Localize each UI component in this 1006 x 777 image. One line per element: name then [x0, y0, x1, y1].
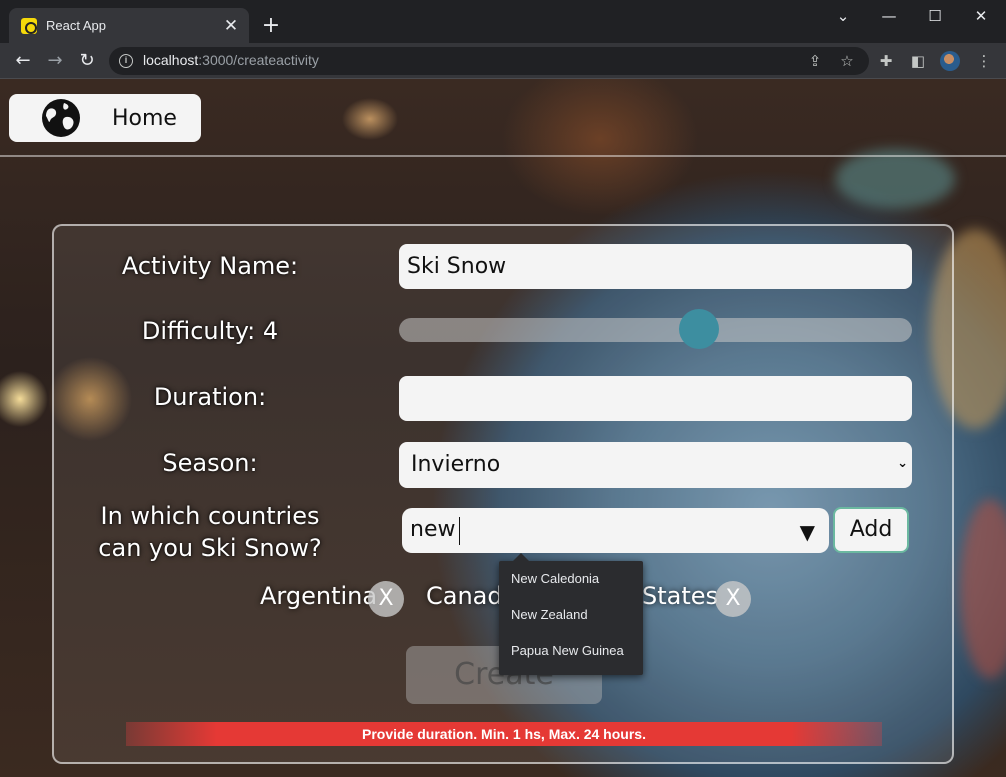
- tab-search-icon[interactable]: ⌄: [820, 4, 866, 28]
- profile-avatar[interactable]: [940, 51, 960, 71]
- add-country-button[interactable]: Add: [833, 507, 909, 553]
- site-info-icon[interactable]: i: [119, 54, 133, 68]
- remove-country-button[interactable]: X: [368, 581, 404, 617]
- difficulty-slider-thumb[interactable]: [679, 309, 719, 349]
- minimize-button[interactable]: —: [866, 4, 912, 28]
- home-label: Home: [112, 105, 177, 131]
- bookmark-star-icon[interactable]: ☆: [837, 51, 857, 71]
- autocomplete-option[interactable]: New Zealand: [499, 603, 643, 639]
- country-search-value: new: [410, 517, 456, 542]
- browser-tab[interactable]: React App ✕: [9, 8, 249, 43]
- browser-toolbar: ← → ↻ i localhost:3000/createactivity ⇪ …: [0, 43, 1006, 79]
- page-header: Home: [0, 79, 1006, 157]
- countries-label: In which countries can you Ski Snow?: [79, 500, 341, 564]
- forward-arrow-icon[interactable]: →: [42, 48, 68, 74]
- extensions-puzzle-icon[interactable]: ✚: [876, 51, 896, 71]
- validation-error-message: Provide duration. Min. 1 hs, Max. 24 hou…: [126, 722, 882, 746]
- browser-titlebar: React App ✕ + ⌄ — ☐ ✕: [0, 0, 1006, 43]
- share-icon[interactable]: ⇪: [805, 51, 825, 71]
- season-selected-value: Invierno: [411, 452, 501, 477]
- remove-country-button[interactable]: X: [715, 581, 751, 617]
- create-activity-form: Activity Name: Difficulty: 4 Duration: S…: [52, 224, 954, 764]
- dropdown-triangle-icon[interactable]: ▼: [800, 520, 815, 544]
- autocomplete-option[interactable]: New Caledonia: [499, 567, 643, 603]
- season-label: Season:: [162, 449, 258, 477]
- duration-label: Duration:: [153, 383, 267, 411]
- menu-kebab-icon[interactable]: ⋮: [974, 51, 994, 71]
- tab-close-icon[interactable]: ✕: [221, 16, 241, 36]
- difficulty-slider[interactable]: [399, 309, 912, 349]
- season-select[interactable]: Invierno ⌄: [399, 442, 912, 488]
- globe-land-decoration: [960, 499, 1006, 679]
- react-app-favicon-icon: [21, 17, 37, 34]
- home-button[interactable]: Home: [9, 94, 201, 142]
- chevron-down-icon: ⌄: [897, 456, 908, 471]
- close-window-button[interactable]: ✕: [958, 4, 1004, 28]
- side-panel-icon[interactable]: ◧: [908, 51, 928, 71]
- globe-land-decoration: [835, 149, 955, 209]
- countries-label-line1: In which countries: [100, 502, 320, 530]
- duration-input[interactable]: [399, 376, 912, 421]
- new-tab-button[interactable]: +: [258, 13, 284, 39]
- country-chip-label: Argentina: [260, 582, 378, 610]
- activity-name-input[interactable]: [399, 244, 912, 289]
- autocomplete-option[interactable]: Papua New Guinea: [499, 639, 643, 675]
- page-viewport: Home Activity Name: Difficulty: 4 Durati…: [0, 79, 1006, 777]
- text-caret: [459, 517, 460, 545]
- reload-icon[interactable]: ↻: [74, 48, 100, 74]
- address-bar[interactable]: i localhost:3000/createactivity ⇪ ☆: [109, 47, 869, 75]
- country-chip-label: States: [642, 582, 719, 610]
- autocomplete-dropdown: New Caledonia New Zealand Papua New Guin…: [499, 553, 643, 675]
- globe-icon: [42, 99, 80, 137]
- back-arrow-icon[interactable]: ←: [10, 48, 36, 74]
- activity-name-label: Activity Name:: [121, 252, 299, 280]
- url-text: localhost:3000/createactivity: [143, 52, 319, 68]
- tab-title: React App: [46, 18, 106, 33]
- countries-label-line2: can you Ski Snow?: [98, 534, 322, 562]
- maximize-button[interactable]: ☐: [912, 4, 958, 28]
- country-search-input[interactable]: new ▼: [402, 508, 829, 553]
- difficulty-label: Difficulty: 4: [141, 317, 279, 345]
